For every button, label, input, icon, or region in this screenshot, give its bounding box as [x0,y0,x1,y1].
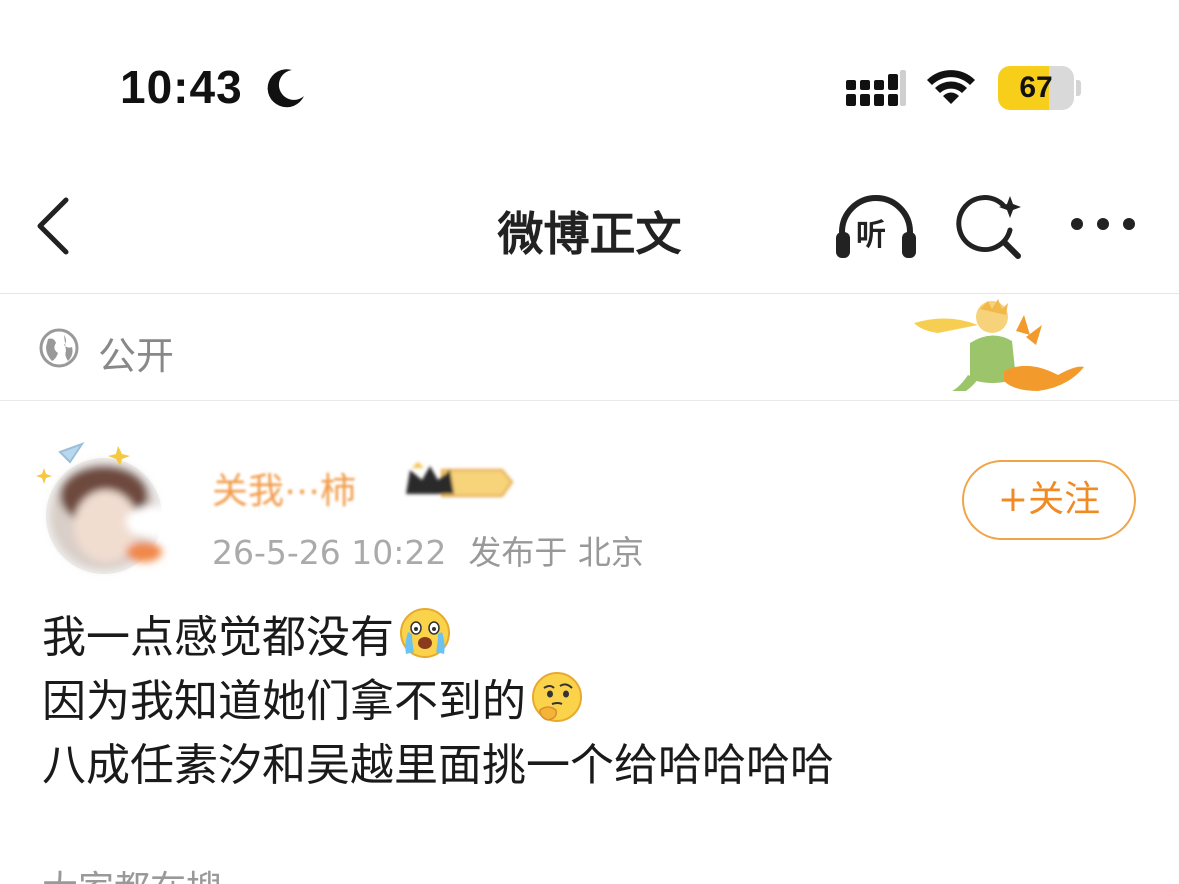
post-line: 八成任素汐和吴越里面挑一个给哈哈哈哈 [42,734,1142,798]
post-line-text: 我一点感觉都没有 [42,612,394,663]
status-bar: 10:43 67 [0,0,1179,160]
visibility-label: 公开 [98,334,175,378]
visibility-row: 公开 [0,295,1179,401]
wifi-icon [927,70,975,104]
follow-button[interactable]: +关注 [962,460,1136,540]
battery-shell: 67 [998,66,1074,110]
post-meta: 26-5-26 10:22 发布于 北京 [212,526,644,574]
post-date: 26-5-26 10:22 [212,533,447,572]
avatar[interactable] [32,432,188,582]
post-line-text: 因为我知道她们拿不到的 [42,676,526,727]
status-time: 10:43 [120,61,243,113]
nav-bar: 微博正文 听 [0,160,1179,294]
cellular-signal-icon [846,70,906,106]
listen-label: 听 [856,218,886,253]
more-dots-icon[interactable] [1068,212,1138,236]
post-line-text: 八成任素汐和吴越里面挑一个给哈哈哈哈 [42,740,834,791]
post-line: 因为我知道她们拿不到的 [42,670,1142,734]
crying-face-emoji [400,608,450,658]
battery-indicator: 67 [998,66,1082,110]
little-prince-decoration [914,299,1084,391]
hot-search-label: 大家都在搜 [42,860,222,884]
ai-search-icon[interactable] [954,190,1026,262]
post-line: 我一点感觉都没有 [42,606,1142,670]
author-name[interactable]: 关我⋯柿 [212,462,356,514]
thinking-face-emoji [532,672,582,722]
post-body: 我一点感觉都没有 因为我知道她们拿不到的 八成任素汐和吴越里面挑一个给哈哈哈哈 [42,606,1142,798]
vip-crown-badge [406,462,514,497]
battery-percent: 67 [1019,71,1053,104]
post-location: 发布于 北京 [468,533,644,572]
globe-icon [39,328,79,368]
moon-icon [267,69,304,108]
battery-cap [1076,80,1081,96]
